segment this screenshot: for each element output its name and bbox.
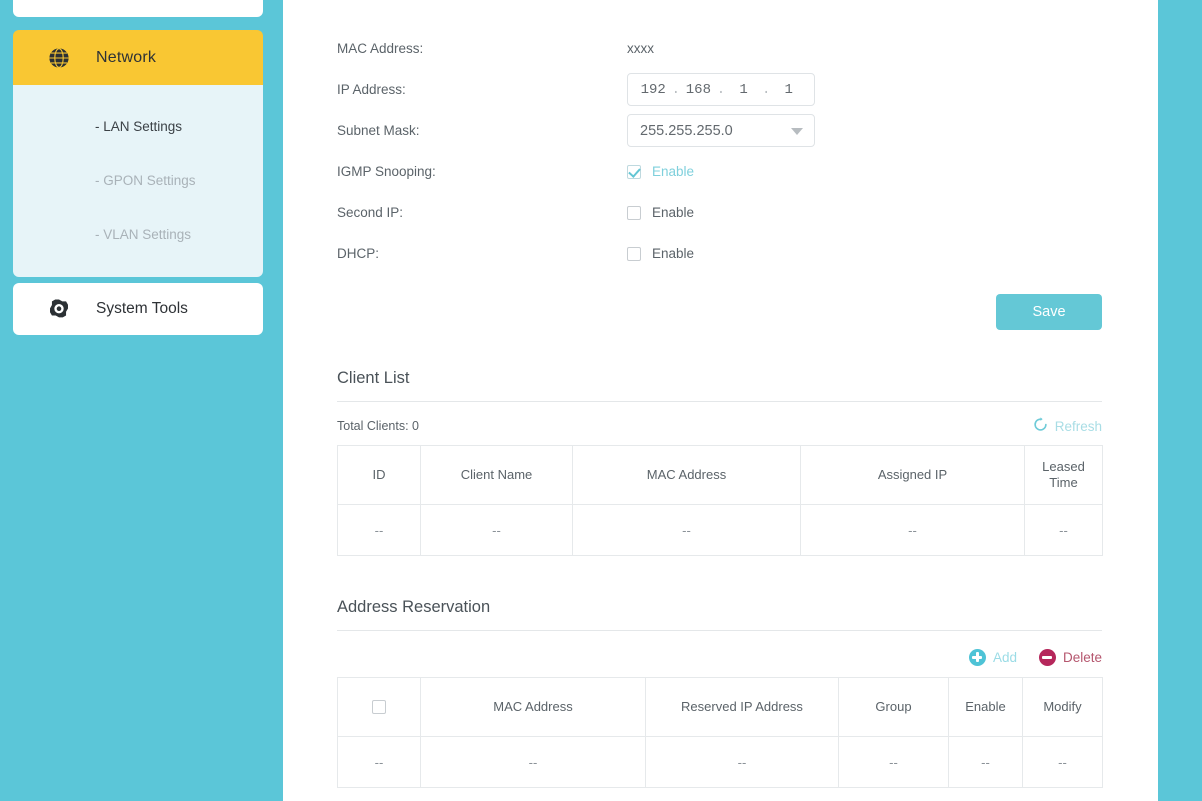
- cell-assigned-ip: --: [800, 504, 1025, 556]
- add-label: Add: [992, 649, 1017, 665]
- address-reservation-actions: Add Delete: [337, 637, 1102, 677]
- form-row-second-ip: Second IP: Enable: [337, 192, 1102, 233]
- sidebar-item-vlan-settings-label: - VLAN Settings: [95, 226, 192, 242]
- refresh-button[interactable]: Refresh: [1033, 417, 1102, 435]
- sidebar-item-lan-settings-label: - LAN Settings: [95, 118, 183, 134]
- subnet-mask-select[interactable]: 255.255.255.0: [627, 114, 815, 147]
- column-header-leased-time: Leased Time: [1024, 445, 1103, 505]
- dhcp-enable-label: Enable: [652, 246, 695, 261]
- cell-mac-address: --: [572, 504, 801, 556]
- cell-select: --: [337, 736, 421, 788]
- ip-octet-1[interactable]: 192: [640, 82, 666, 98]
- form-row-ip-address: IP Address: 192 . 168 . 1 . 1: [337, 69, 1102, 110]
- column-header-reserved-ip: Reserved IP Address: [645, 677, 839, 737]
- cell-leased-time: --: [1024, 504, 1103, 556]
- table-row: -- -- -- -- --: [337, 504, 1103, 556]
- column-header-assigned-ip: Assigned IP: [800, 445, 1025, 505]
- second-ip-enable-label: Enable: [652, 205, 695, 220]
- cell-reserved-ip: --: [645, 736, 839, 788]
- save-row: Save: [337, 274, 1102, 330]
- sidebar-item-gpon-settings-label: - GPON Settings: [95, 172, 196, 188]
- sidebar-item-vlan-settings[interactable]: - VLAN Settings: [13, 207, 263, 261]
- form-row-mac-address: MAC Address: xxxx: [337, 28, 1102, 69]
- ip-separator-3: .: [761, 81, 771, 98]
- client-list-heading: Client List: [337, 369, 1102, 402]
- igmp-snooping-label: IGMP Snooping:: [337, 164, 436, 179]
- subnet-mask-label: Subnet Mask:: [337, 123, 420, 138]
- sidebar-submenu: - LAN Settings - GPON Settings - VLAN Se…: [13, 85, 263, 277]
- cell-client-name: --: [420, 504, 573, 556]
- delete-reservation-button[interactable]: Delete: [1038, 648, 1102, 666]
- main-content: MAC Address: xxxx IP Address: 192 . 168 …: [283, 0, 1158, 801]
- cell-mac-address: --: [420, 736, 646, 788]
- column-header-client-name: Client Name: [420, 445, 573, 505]
- client-list-toolbar: Total Clients: 0 Refresh: [337, 407, 1102, 445]
- dhcp-checkbox[interactable]: [627, 246, 641, 261]
- igmp-snooping-enable-label: Enable: [652, 164, 695, 179]
- minus-circle-icon: [1038, 648, 1056, 666]
- plus-circle-icon: [968, 648, 986, 666]
- column-header-mac-address: MAC Address: [572, 445, 801, 505]
- gear-icon: [46, 296, 72, 322]
- page-root: Network - LAN Settings - GPON Settings -…: [0, 0, 1202, 801]
- dhcp-label: DHCP:: [337, 246, 380, 261]
- ip-separator-2: .: [716, 81, 726, 98]
- cell-id: --: [337, 504, 421, 556]
- globe-icon: [46, 45, 72, 71]
- second-ip-checkbox[interactable]: [627, 205, 641, 220]
- ip-address-input[interactable]: 192 . 168 . 1 . 1: [627, 73, 815, 106]
- column-header-modify: Modify: [1022, 677, 1103, 737]
- address-reservation-table: MAC Address Reserved IP Address Group En…: [337, 677, 1103, 788]
- ip-separator-1: .: [671, 81, 680, 98]
- sidebar-item-lan-settings[interactable]: - LAN Settings: [13, 99, 263, 153]
- total-clients-label: Total Clients: 0: [337, 419, 419, 433]
- refresh-icon: [1033, 417, 1048, 435]
- refresh-label: Refresh: [1054, 418, 1102, 434]
- sidebar: Network - LAN Settings - GPON Settings -…: [0, 0, 283, 801]
- address-reservation-heading: Address Reservation: [337, 598, 1102, 631]
- sidebar-item-gpon-settings[interactable]: - GPON Settings: [13, 153, 263, 207]
- lan-settings-form: MAC Address: xxxx IP Address: 192 . 168 …: [337, 0, 1102, 330]
- content-inner: MAC Address: xxxx IP Address: 192 . 168 …: [337, 0, 1103, 801]
- table-header-row: MAC Address Reserved IP Address Group En…: [337, 677, 1103, 737]
- column-header-enable: Enable: [948, 677, 1023, 737]
- form-row-igmp-snooping: IGMP Snooping: Enable: [337, 151, 1102, 192]
- select-all-checkbox[interactable]: [372, 700, 386, 715]
- form-row-subnet-mask: Subnet Mask: 255.255.255.0: [337, 110, 1102, 151]
- table-row: -- -- -- -- -- --: [337, 736, 1103, 788]
- sidebar-item-system-tools[interactable]: System Tools: [13, 283, 263, 335]
- right-accent-band: [1158, 0, 1202, 801]
- cell-modify: --: [1022, 736, 1103, 788]
- chevron-down-icon: [791, 128, 803, 135]
- igmp-snooping-checkbox[interactable]: [627, 164, 641, 179]
- column-header-group: Group: [838, 677, 949, 737]
- column-header-select-all: [337, 677, 421, 737]
- sidebar-item-network[interactable]: Network: [13, 30, 263, 85]
- ip-address-label: IP Address:: [337, 82, 406, 97]
- ip-octet-2[interactable]: 168: [685, 82, 711, 98]
- save-button[interactable]: Save: [996, 294, 1102, 330]
- table-header-row: ID Client Name MAC Address Assigned IP L…: [337, 445, 1103, 505]
- subnet-mask-value: 255.255.255.0: [640, 122, 733, 139]
- mac-address-value: xxxx: [627, 41, 654, 56]
- form-row-dhcp: DHCP: Enable: [337, 233, 1102, 274]
- add-reservation-button[interactable]: Add: [968, 648, 1017, 666]
- second-ip-label: Second IP:: [337, 205, 404, 220]
- ip-octet-4[interactable]: 1: [776, 82, 802, 98]
- column-header-mac-address: MAC Address: [420, 677, 646, 737]
- mac-address-label: MAC Address:: [337, 41, 424, 56]
- delete-label: Delete: [1062, 649, 1102, 665]
- cell-enable: --: [948, 736, 1023, 788]
- ip-octet-3[interactable]: 1: [731, 82, 757, 98]
- cell-group: --: [838, 736, 949, 788]
- sidebar-nav-group: Network - LAN Settings - GPON Settings -…: [13, 30, 263, 277]
- sidebar-card-above[interactable]: [13, 0, 263, 17]
- client-list-table: ID Client Name MAC Address Assigned IP L…: [337, 445, 1103, 556]
- sidebar-item-system-tools-label: System Tools: [96, 300, 188, 317]
- sidebar-item-network-label: Network: [96, 48, 157, 66]
- column-header-id: ID: [337, 445, 421, 505]
